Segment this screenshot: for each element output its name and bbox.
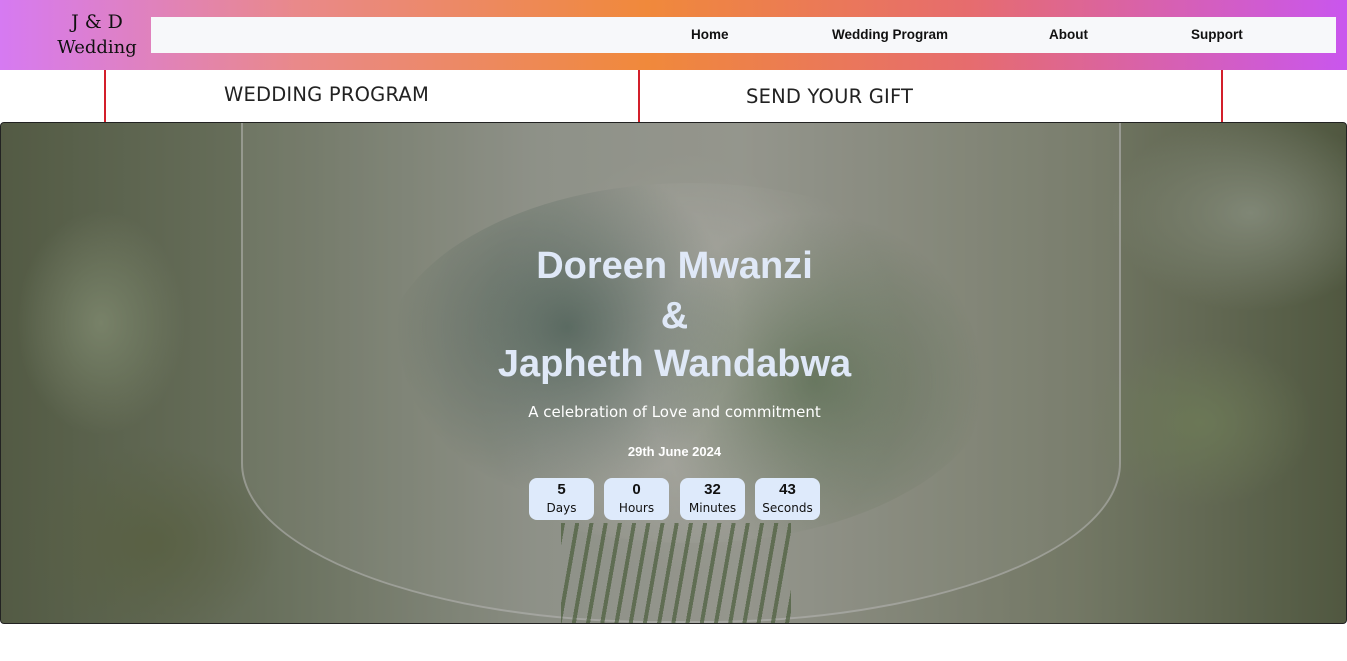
tab-wedding-program[interactable]: WEDDING PROGRAM: [224, 83, 429, 106]
ampersand: &: [660, 295, 689, 337]
countdown-hours: 0 Hours: [604, 478, 669, 520]
countdown-days: 5 Days: [529, 478, 594, 520]
countdown-minutes: 32 Minutes: [680, 478, 745, 520]
countdown-hours-label: Hours: [618, 501, 655, 515]
tab-divider: [638, 70, 640, 123]
countdown-minutes-value: 32: [704, 481, 721, 498]
countdown-minutes-label: Minutes: [688, 501, 737, 515]
countdown-seconds: 43 Seconds: [755, 478, 820, 520]
section-tabs: WEDDING PROGRAM SEND YOUR GIFT: [0, 70, 1347, 123]
countdown-hours-value: 0: [632, 481, 641, 498]
groom-name: Japheth Wandabwa: [497, 343, 852, 385]
tab-divider: [104, 70, 106, 123]
top-header: J & D Wedding Home Wedding Program About…: [0, 0, 1347, 70]
nav-home-link[interactable]: Home: [691, 27, 729, 42]
countdown-days-label: Days: [546, 501, 577, 515]
tab-divider: [1221, 70, 1223, 123]
site-logo[interactable]: J & D Wedding: [46, 10, 148, 60]
logo-line-2: Wedding: [57, 37, 137, 58]
countdown-seconds-label: Seconds: [762, 501, 813, 515]
countdown-seconds-value: 43: [779, 481, 796, 498]
tab-send-gift[interactable]: SEND YOUR GIFT: [746, 85, 913, 108]
countdown-days-value: 5: [557, 481, 566, 498]
nav-about-link[interactable]: About: [1049, 27, 1088, 42]
hero-banner: Doreen Mwanzi & Japheth Wandabwa A celeb…: [0, 122, 1347, 624]
nav-support-link[interactable]: Support: [1191, 27, 1243, 42]
hero-tagline: A celebration of Love and commitment: [528, 403, 821, 421]
wedding-date: 29th June 2024: [627, 444, 722, 459]
bride-name: Doreen Mwanzi: [536, 245, 813, 287]
logo-line-1: J & D: [71, 11, 123, 33]
nav-wedding-program-link[interactable]: Wedding Program: [832, 27, 948, 42]
main-nav: Home Wedding Program About Support: [151, 17, 1336, 53]
